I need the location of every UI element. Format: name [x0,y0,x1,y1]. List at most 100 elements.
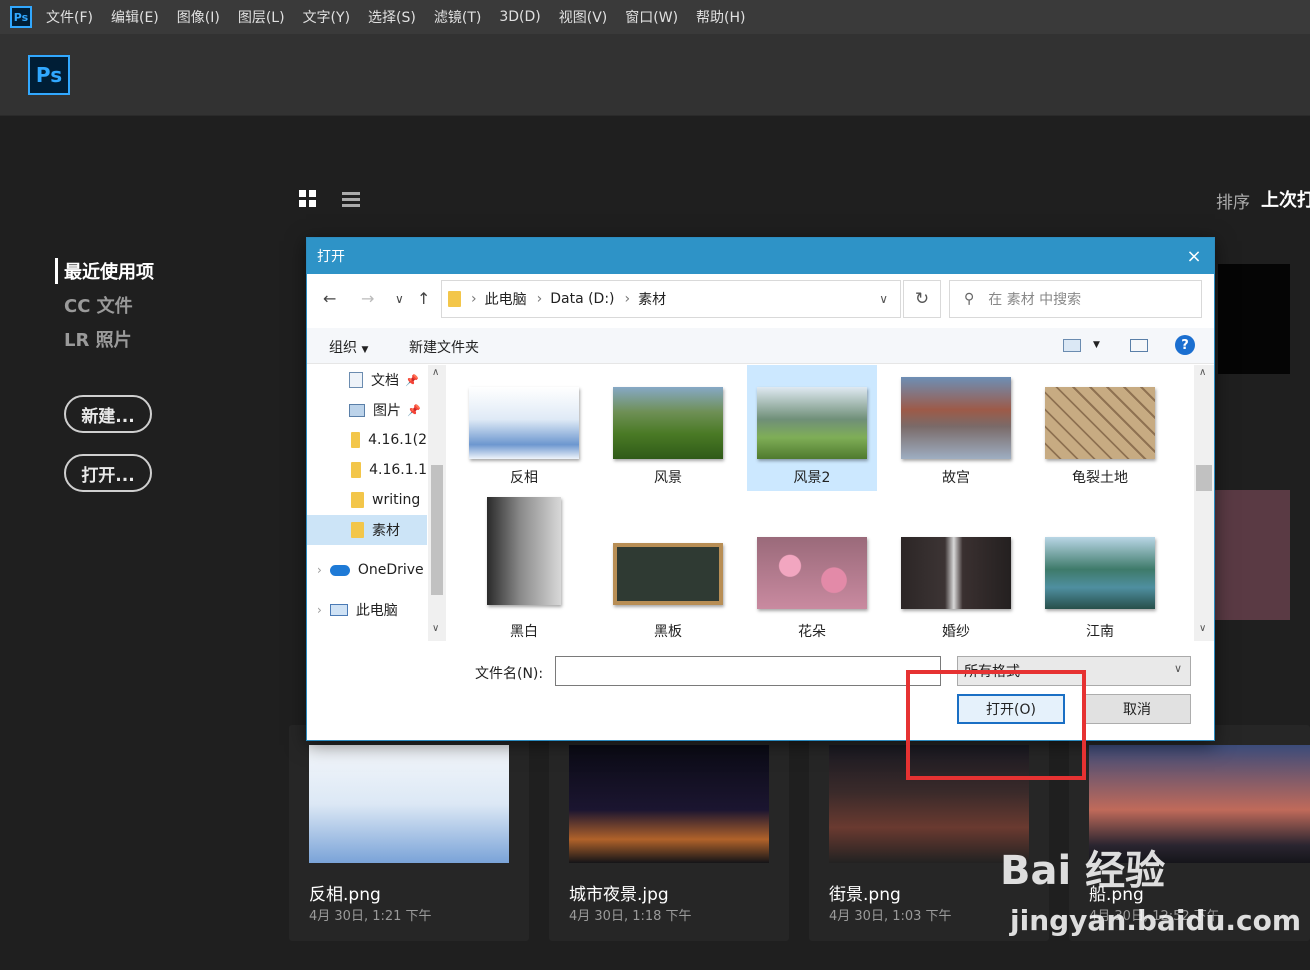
grid-view-icon[interactable] [299,190,317,207]
file-label: 婚纱 [942,624,970,640]
tree-item-label: 此电脑 [355,603,398,619]
file-item[interactable]: 风景 [603,365,733,491]
file-item[interactable]: 龟裂土地 [1035,365,1165,491]
chevron-right-icon[interactable]: › [317,603,322,617]
file-thumbnail [1045,537,1155,609]
new-folder-button[interactable]: 新建文件夹 [409,337,479,357]
breadcrumb-data-drive[interactable]: Data (D:) [550,291,614,307]
refresh-icon[interactable]: ↻ [903,280,941,318]
file-item[interactable]: 花朵 [747,493,877,641]
breadcrumb-folder[interactable]: 素材 [638,289,666,309]
view-options-icon[interactable] [1063,339,1081,352]
tree-item-folder[interactable]: 4.16.1(2 [307,425,427,455]
chevron-right-icon[interactable]: › [317,563,322,577]
tree-item-documents[interactable]: 文档 📌 [307,365,427,395]
sort-dropdown[interactable]: 上次打 [1261,186,1310,212]
file-item[interactable]: 反相 [459,365,589,491]
open-button[interactable]: 打开... [64,454,152,492]
breadcrumb-separator-icon: › [471,291,477,307]
dialog-toolbar: 组织 ▼ 新建文件夹 ▼ ? [307,328,1214,364]
menu-bar: Ps 文件(F) 编辑(E) 图像(I) 图层(L) 文字(Y) 选择(S) 滤… [0,0,1310,34]
help-icon[interactable]: ? [1175,335,1195,355]
dialog-title: 打开 [317,249,345,265]
up-arrow-icon[interactable]: ↑ [417,289,430,308]
folder-icon [448,291,461,307]
nav-recent[interactable]: 最近使用项 [55,258,154,284]
scroll-thumb[interactable] [1196,465,1212,491]
menu-view[interactable]: 视图(V) [559,7,608,27]
tree-item-label: 文档 [371,373,399,389]
tree-item-folder[interactable]: 4.16.1.1 [307,455,427,485]
recent-file-card[interactable]: 反相.png 4月 30日, 1:21 下午 [289,725,529,941]
filename-label: 文件名(N): [475,666,544,682]
file-grid-scrollbar[interactable]: ∧ ∨ [1194,365,1214,641]
menu-help[interactable]: 帮助(H) [696,7,745,27]
file-label: 龟裂土地 [1072,470,1128,486]
file-thumbnail [309,745,509,863]
folder-icon [351,462,362,478]
pin-icon[interactable]: 📌 [405,374,419,387]
tree-item-label: writing [372,492,421,508]
photoshop-logo[interactable]: Ps [28,55,70,95]
recent-locations-chevron-icon[interactable]: ∨ [395,292,404,306]
tree-item-label: OneDrive [357,562,424,578]
list-view-icon[interactable] [342,192,360,208]
address-bar[interactable]: › 此电脑 › Data (D:) › 素材 ∨ [441,280,901,318]
tree-item-folder[interactable]: writing [307,485,427,515]
organize-menu[interactable]: 组织 ▼ [329,337,368,357]
menu-edit[interactable]: 编辑(E) [111,7,159,27]
view-options-chevron-icon[interactable]: ▼ [1093,340,1100,350]
tree-item-this-pc[interactable]: › 此电脑 [307,595,427,625]
navigation-scrollbar[interactable]: ∧ ∨ [428,365,446,641]
tree-item-folder-selected[interactable]: 素材 [307,515,427,545]
menu-layer[interactable]: 图层(L) [238,7,285,27]
recent-thumbnail-stars[interactable] [1218,264,1290,374]
file-item-selected[interactable]: 风景2 [747,365,877,491]
file-label: 花朵 [798,624,826,640]
nav-cc-files[interactable]: CC 文件 [64,292,154,318]
menu-type[interactable]: 文字(Y) [303,7,350,27]
file-item[interactable]: 黑白 [459,493,589,641]
menu-select[interactable]: 选择(S) [368,7,416,27]
back-arrow-icon[interactable]: ← [323,289,336,308]
close-icon[interactable]: × [1174,246,1214,267]
file-label: 反相 [510,470,538,486]
pin-icon[interactable]: 📌 [407,404,421,417]
menu-window[interactable]: 窗口(W) [625,7,678,27]
file-item[interactable]: 婚纱 [891,493,1021,641]
nav-lr-photos[interactable]: LR 照片 [64,326,154,352]
address-dropdown-chevron-icon[interactable]: ∨ [879,292,888,306]
tree-item-label: 素材 [372,523,400,539]
scroll-down-icon[interactable]: ∨ [1199,623,1206,634]
file-item[interactable]: 黑板 [603,493,733,641]
menu-3d[interactable]: 3D(D) [499,9,540,25]
menu-image[interactable]: 图像(I) [177,7,220,27]
scroll-up-icon[interactable]: ∧ [1199,367,1206,378]
filename-input[interactable] [555,656,941,686]
scroll-up-icon[interactable]: ∧ [432,367,439,378]
scroll-down-icon[interactable]: ∨ [432,623,439,634]
preview-pane-icon[interactable] [1130,339,1148,352]
dialog-cancel-button[interactable]: 取消 [1083,694,1191,724]
search-box[interactable]: ⚲ 在 素材 中搜索 [949,280,1202,318]
recent-file-card[interactable]: 城市夜景.jpg 4月 30日, 1:18 下午 [549,725,789,941]
new-button[interactable]: 新建... [64,395,152,433]
search-icon: ⚲ [964,291,975,307]
tree-item-pictures[interactable]: 图片 📌 [307,395,427,425]
tree-item-onedrive[interactable]: › OneDrive [307,555,427,585]
file-item[interactable]: 故宫 [891,365,1021,491]
folder-icon [351,492,364,508]
breadcrumb-separator-icon: › [536,291,543,307]
folder-icon [351,432,361,448]
folder-icon [351,522,364,538]
file-thumbnail [469,387,579,459]
menu-filter[interactable]: 滤镜(T) [434,7,481,27]
computer-icon [329,604,348,616]
forward-arrow-icon[interactable]: → [361,289,374,308]
tree-item-label: 4.16.1(2 [368,432,427,448]
recent-thumbnail-portrait[interactable] [1214,490,1290,620]
breadcrumb-this-pc[interactable]: 此电脑 [485,289,527,309]
scroll-thumb[interactable] [431,465,443,595]
file-item[interactable]: 江南 [1035,493,1165,641]
menu-file[interactable]: 文件(F) [46,7,93,27]
